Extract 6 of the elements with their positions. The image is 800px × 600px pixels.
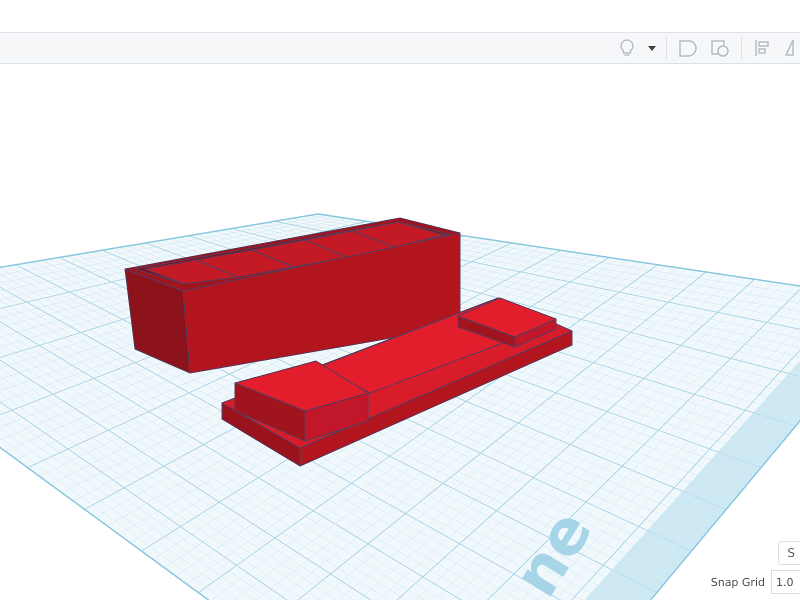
snap-grid-label: Snap Grid <box>710 576 765 588</box>
snap-grid-field[interactable]: 1.0 <box>771 570 800 594</box>
caret-icon[interactable] <box>648 44 656 52</box>
mirror-icon[interactable] <box>784 37 794 59</box>
workplane-label: ne <box>498 497 606 600</box>
settings-button[interactable]: S <box>778 541 800 565</box>
